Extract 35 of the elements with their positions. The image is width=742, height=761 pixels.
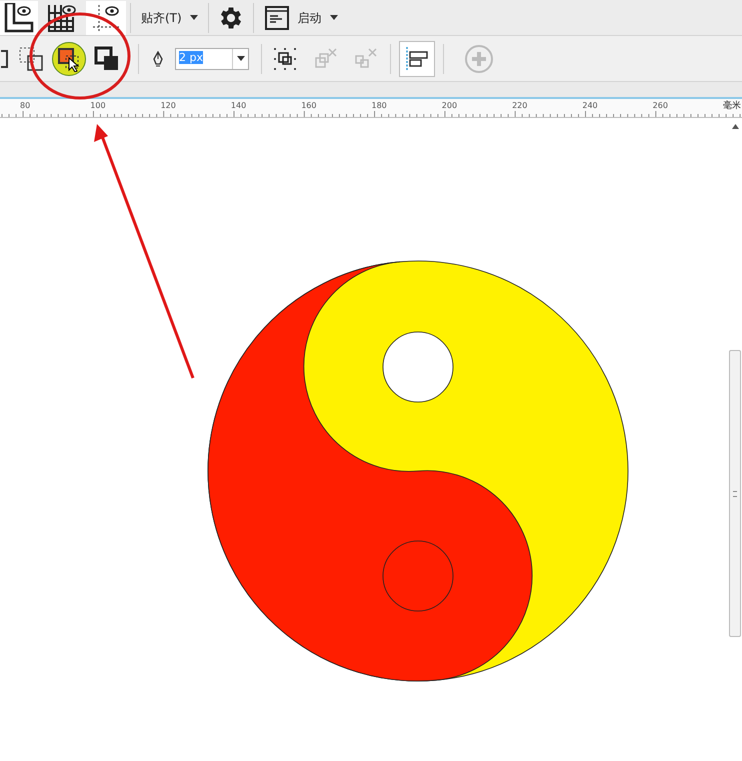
- ruler-label: 80: [20, 100, 32, 112]
- launch-menu[interactable]: 启动: [254, 0, 348, 34]
- ruler-label: 240: [582, 100, 599, 112]
- scroll-thumb[interactable]: [729, 350, 741, 637]
- window-icon: [264, 4, 290, 30]
- guideline-eye-icon: [91, 2, 121, 32]
- ruler-label: 260: [652, 100, 669, 112]
- ruler-eye-icon: [4, 2, 34, 32]
- pen-nib-icon: [153, 50, 163, 66]
- ruler-label: 160: [301, 100, 318, 112]
- dropdown-button[interactable]: [232, 48, 248, 68]
- shape-button[interactable]: [52, 42, 86, 76]
- snap-menu[interactable]: 贴齐(T): [131, 0, 208, 34]
- ruler-label: 120: [160, 100, 177, 112]
- scroll-up-icon: [732, 124, 738, 129]
- guidelines-button[interactable]: [86, 0, 126, 34]
- plus-icon: [464, 44, 494, 74]
- caret-icon: [330, 15, 338, 20]
- combine-icon: [272, 46, 298, 72]
- caret-icon: [236, 56, 244, 61]
- overlap-squares-icon: [94, 46, 120, 72]
- rulers-button[interactable]: [0, 0, 38, 34]
- ruler-label: 180: [371, 100, 388, 112]
- caret-icon: [190, 15, 198, 20]
- ruler-unit: 毫米: [722, 99, 742, 114]
- ruler-label: 140: [230, 100, 248, 112]
- ruler-label: 220: [512, 100, 528, 112]
- grid-eye-icon: [47, 2, 77, 32]
- ruler-label: 100: [90, 100, 107, 112]
- align-left-icon: [404, 46, 430, 72]
- align-button[interactable]: [399, 40, 435, 76]
- dotted-squares-icon: [18, 46, 44, 72]
- launch-label: 启动: [298, 10, 322, 26]
- intersect-squares-icon: [56, 46, 82, 72]
- ruler-label: 200: [442, 100, 458, 112]
